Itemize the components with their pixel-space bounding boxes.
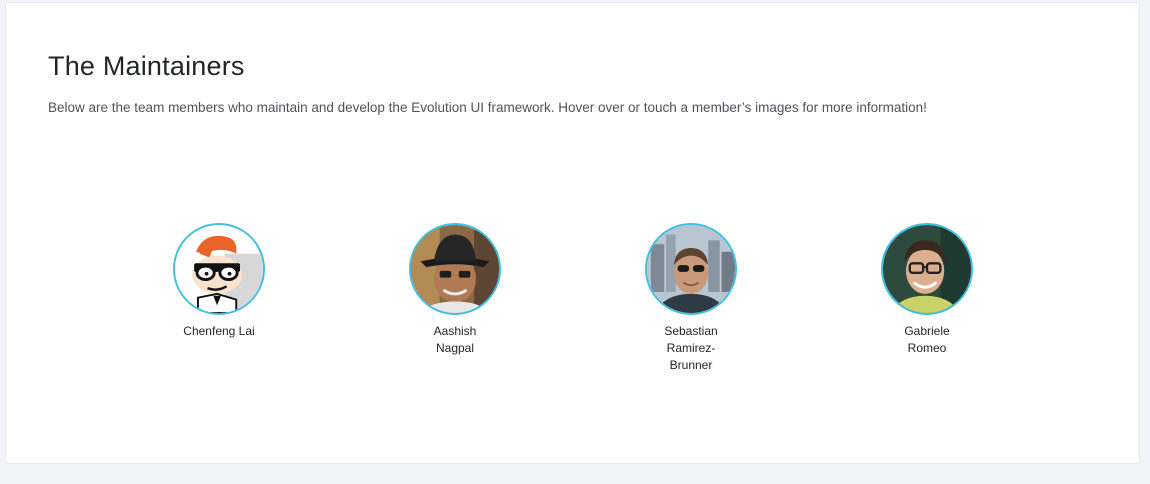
member-name: Chenfeng Lai (183, 324, 255, 338)
member-avatar[interactable] (645, 223, 737, 315)
member-avatar[interactable] (173, 223, 265, 315)
member-name: Aashish Nagpal (433, 324, 477, 355)
photo-avatar-hat-glasses (411, 225, 499, 313)
member-avatar[interactable] (409, 223, 501, 315)
member-card: Chenfeng Lai (159, 223, 279, 340)
member-card: Gabriele Romeo (867, 223, 987, 357)
member-avatar[interactable] (881, 223, 973, 315)
member-card: Aashish Nagpal (395, 223, 515, 357)
photo-avatar-glasses-smiling (883, 225, 971, 313)
member-name: Sebastian Ramirez-Brunner (664, 324, 718, 372)
section-description: Below are the team members who maintain … (48, 100, 927, 115)
cartoon-scientist-avatar (175, 225, 263, 313)
maintainers-card: The Maintainers Below are the team membe… (5, 2, 1140, 464)
section-title: The Maintainers (48, 51, 245, 81)
member-name: Gabriele Romeo (904, 324, 950, 355)
member-card: Sebastian Ramirez-Brunner (631, 223, 751, 374)
photo-avatar-sunglasses-city (647, 225, 735, 313)
